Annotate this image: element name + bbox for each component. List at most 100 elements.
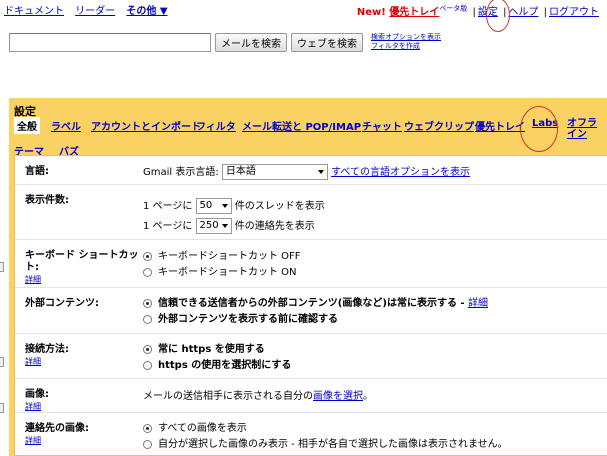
always-https-option[interactable]: 常に https を使用する — [143, 342, 291, 358]
search-options: 検索オプションを表示 フィルタを作成 — [371, 33, 441, 51]
connection-detail-link[interactable]: 詳細 — [25, 356, 69, 368]
radio-unselected-icon — [143, 439, 152, 449]
shortcuts-label-text: キーボード ショートカット: — [25, 250, 139, 273]
threads-pre: 1 ページに — [143, 201, 193, 212]
optional-https-option[interactable]: https の使用を選択制にする — [143, 358, 291, 374]
shortcuts-off-option[interactable]: キーボードショートカット OFF — [143, 249, 301, 265]
nav-reader[interactable]: リーダー — [75, 6, 115, 17]
shortcuts-label: キーボード ショートカット: 詳細 — [25, 250, 140, 286]
language-value: Gmail 表示言語: 日本語 すべての言語オプションを表示 — [143, 163, 470, 180]
shortcuts-on-option[interactable]: キーボードショートカット ON — [143, 265, 301, 281]
radio-unselected-icon — [143, 267, 152, 277]
tab-accounts-import[interactable]: アカウントとインポート — [91, 118, 201, 133]
search-web-button[interactable]: ウェブを検索 — [291, 32, 363, 52]
always-https-label: 常に https を使用する — [158, 344, 265, 355]
radio-unselected-icon — [143, 360, 152, 370]
create-filter-link[interactable]: フィルタを作成 — [371, 42, 420, 50]
left-edge-marker — [0, 357, 4, 367]
connection-label: 接続方法: 詳細 — [25, 344, 69, 368]
language-select[interactable]: 日本語 — [221, 164, 328, 180]
nav-docs[interactable]: ドキュメント — [4, 6, 64, 17]
beta-label: ベータ版 — [439, 4, 468, 13]
contacts-post: 件の連絡先を表示 — [234, 221, 315, 232]
threads-select-value: 50 — [199, 200, 213, 211]
picture-text: メールの送信相手に表示される自分の — [143, 391, 313, 402]
tab-priority-inbox[interactable]: 優先トレイ — [475, 118, 525, 133]
external-content-label: 外部コンテンツ: — [25, 298, 99, 309]
search-row: メールを検索 ウェブを検索 検索オプションを表示 フィルタを作成 — [9, 32, 441, 52]
search-mail-button[interactable]: メールを検索 — [215, 32, 287, 52]
radio-selected-icon — [143, 251, 152, 261]
shortcuts-row: キーボード ショートカット: 詳細 キーボードショートカット OFF キーボードシ… — [15, 240, 607, 288]
connection-options: 常に https を使用する https の使用を選択制にする — [143, 342, 291, 374]
tab-chat[interactable]: チャット — [362, 118, 402, 133]
tab-general[interactable]: 全般 — [14, 117, 40, 134]
connection-row: 接続方法: 詳細 常に https を使用する https の使用を選択制にする — [15, 334, 607, 379]
tab-offline[interactable]: オフラ イン — [567, 118, 597, 140]
connection-label-text: 接続方法: — [25, 344, 69, 355]
show-all-pictures-option[interactable]: すべての画像を表示 — [143, 421, 508, 437]
left-edge-marker — [0, 262, 4, 272]
picture-row: 画像: 詳細 メールの送信相手に表示される自分の画像を選択。 — [15, 379, 607, 413]
tab-offline-line2: イン — [567, 129, 587, 140]
language-label: 言語: — [25, 166, 49, 177]
threads-per-page-select[interactable]: 50 — [195, 198, 232, 214]
external-content-options: 信頼できる送信者からの外部コンテンツ(画像など)は常に表示する - 詳細 外部コ… — [143, 296, 488, 328]
threads-post: 件のスレッドを表示 — [234, 201, 325, 212]
shortcuts-options: キーボードショートカット OFF キーボードショートカット ON — [143, 249, 301, 281]
select-picture-link[interactable]: 画像を選択 — [313, 391, 363, 402]
radio-selected-icon — [143, 298, 152, 308]
contacts-pre: 1 ページに — [143, 221, 193, 232]
tab-labels[interactable]: ラベル — [51, 118, 81, 133]
new-priority-link[interactable]: New! 優先トレイ — [357, 7, 439, 18]
search-input[interactable] — [9, 32, 211, 52]
labs-highlight-circle — [520, 106, 558, 152]
language-select-value: 日本語 — [225, 166, 256, 177]
language-prefix: Gmail 表示言語: — [143, 167, 219, 178]
tab-forwarding-pop-imap[interactable]: メール転送と POP/IMAP — [242, 118, 361, 133]
chevron-down-icon — [317, 170, 324, 174]
shortcuts-off-label: キーボードショートカット OFF — [158, 251, 301, 262]
new-badge: New! — [356, 7, 386, 18]
external-detail-link[interactable]: 詳細 — [468, 298, 488, 309]
optional-https-label: https の使用を選択制にする — [158, 360, 292, 371]
sep: | — [472, 7, 476, 18]
radio-selected-icon — [143, 344, 152, 354]
account-links: New! 優先トレイベータ版 | 設定 | ヘルプ | ログアウト — [357, 3, 599, 18]
contacts-per-page-select[interactable]: 250 — [195, 218, 232, 234]
external-always-label: 信頼できる送信者からの外部コンテンツ(画像など)は常に表示する - — [158, 298, 465, 309]
external-ask-option[interactable]: 外部コンテンツを表示する前に確認する — [143, 312, 488, 328]
picture-end: 。 — [363, 391, 373, 402]
nav-more[interactable]: その他 ▼ — [126, 6, 167, 17]
contact-pictures-detail-link[interactable]: 詳細 — [25, 435, 89, 447]
contact-pictures-options: すべての画像を表示 自分が選択した画像のみ表示 - 相手が各自で選択した画像は表… — [143, 421, 508, 453]
left-edge-marker — [0, 403, 4, 413]
radio-selected-icon — [143, 423, 152, 433]
shortcuts-on-label: キーボードショートカット ON — [158, 267, 297, 278]
tab-web-clips[interactable]: ウェブクリップ — [404, 118, 474, 133]
external-ask-label: 外部コンテンツを表示する前に確認する — [158, 314, 338, 325]
threads-per-page: 1 ページに 50 件のスレッドを表示 — [143, 197, 325, 214]
picture-detail-link[interactable]: 詳細 — [25, 401, 49, 413]
picture-label-text: 画像: — [25, 389, 49, 400]
shortcuts-detail-link[interactable]: 詳細 — [25, 274, 140, 286]
external-content-row: 外部コンテンツ: 信頼できる送信者からの外部コンテンツ(画像など)は常に表示する… — [15, 288, 607, 334]
logout-link[interactable]: ログアウト — [549, 7, 599, 18]
radio-unselected-icon — [143, 314, 152, 324]
external-always-option[interactable]: 信頼できる送信者からの外部コンテンツ(画像など)は常に表示する - 詳細 — [143, 296, 488, 312]
picture-value: メールの送信相手に表示される自分の画像を選択。 — [143, 387, 373, 402]
help-link[interactable]: ヘルプ — [508, 7, 538, 18]
tab-offline-line1: オフラ — [567, 118, 597, 129]
settings-highlight-circle — [486, 0, 510, 32]
contacts-select-value: 250 — [199, 220, 219, 231]
tab-filters[interactable]: フィルタ — [196, 118, 236, 133]
show-search-options-link[interactable]: 検索オプションを表示 — [371, 33, 441, 41]
show-my-pictures-option[interactable]: 自分が選択した画像のみ表示 - 相手が各自で選択した画像は表示されません。 — [143, 437, 508, 453]
chevron-down-icon — [221, 204, 228, 208]
settings-panel: 設定 全般 ラベル アカウントとインポート フィルタ メール転送と POP/IM… — [9, 98, 607, 456]
page-size-label: 表示件数: — [25, 195, 69, 206]
language-row: 言語: Gmail 表示言語: 日本語 すべての言語オプションを表示 — [15, 156, 607, 185]
all-language-options-link[interactable]: すべての言語オプションを表示 — [331, 167, 470, 178]
sep: | — [543, 7, 547, 18]
priority-label: 優先トレイ — [389, 7, 440, 18]
